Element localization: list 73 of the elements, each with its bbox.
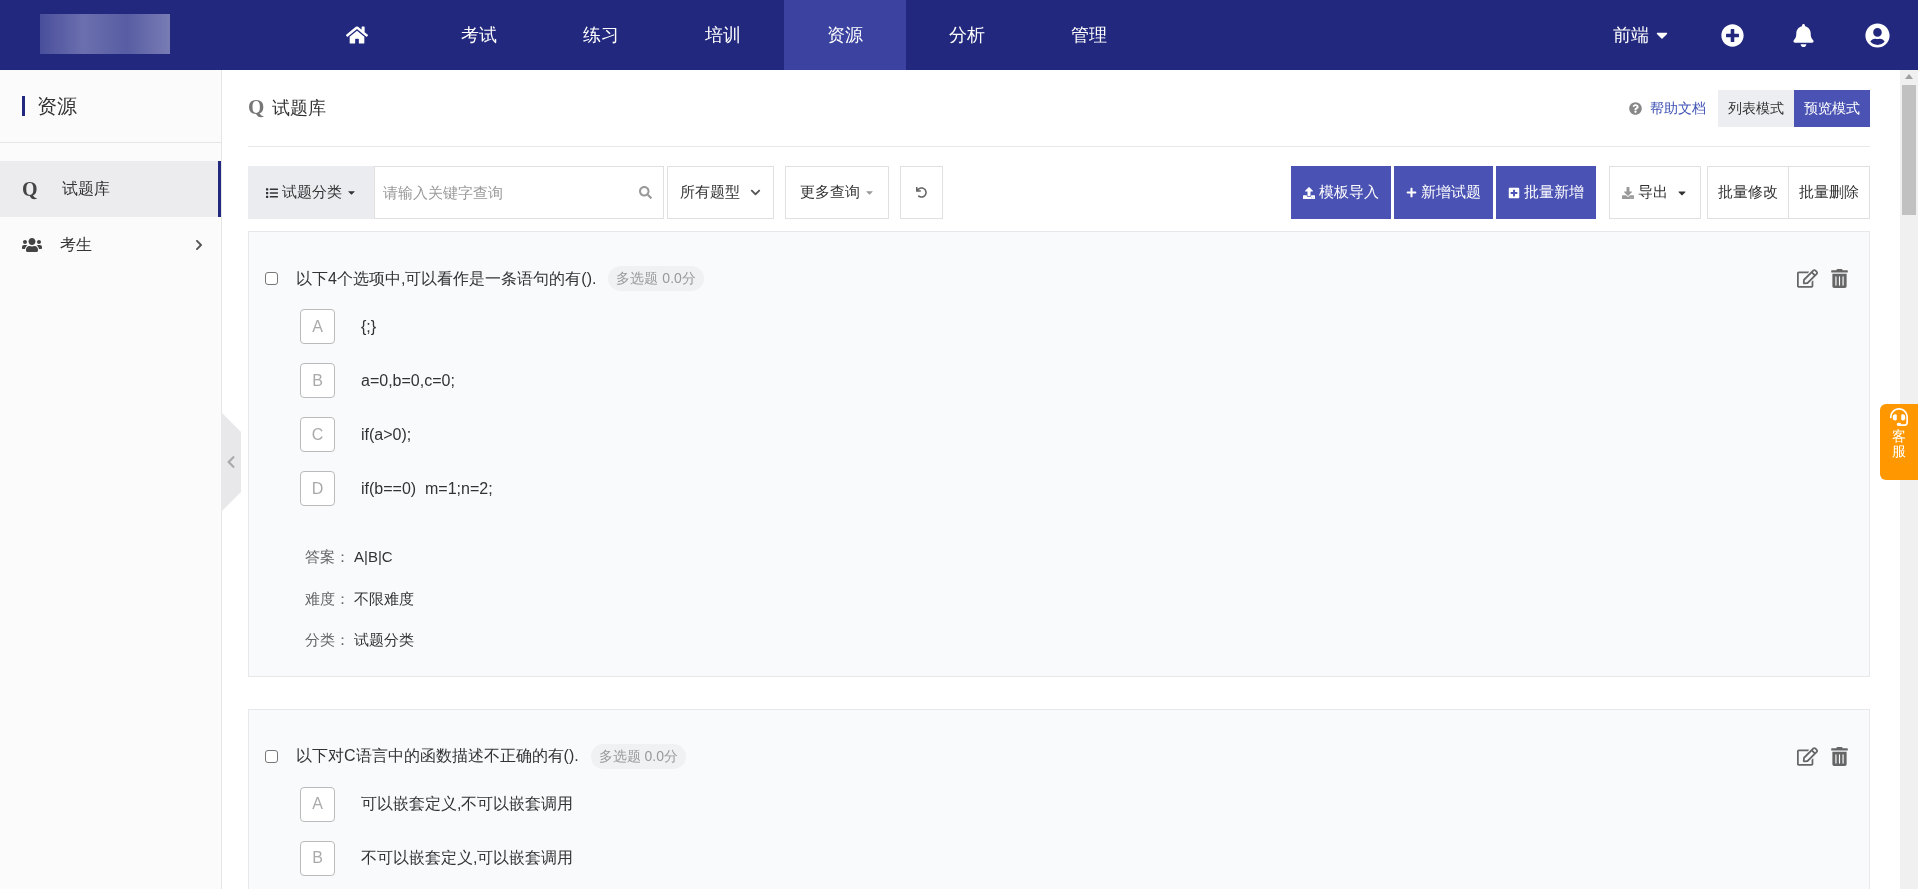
nav-tab[interactable]: 培训: [662, 0, 784, 70]
nav-tab[interactable]: 资源: [784, 0, 906, 70]
reset-button[interactable]: [900, 166, 943, 219]
option-letter: A: [300, 309, 335, 344]
sidebar-item-label: 考生: [60, 235, 92, 255]
option-text: if(a>0);: [361, 424, 412, 445]
users-icon: [22, 235, 42, 255]
question-checkbox[interactable]: [265, 749, 278, 763]
sidebar-item-label: 试题库: [62, 179, 110, 199]
nav-tab[interactable]: 分析: [906, 0, 1028, 70]
option-letter: C: [300, 417, 335, 452]
view-mode-tab[interactable]: 列表模式: [1718, 89, 1794, 127]
list-icon: [265, 186, 278, 199]
help-link[interactable]: 帮助文档: [1650, 97, 1706, 119]
search-field[interactable]: 请输入关键字查询: [374, 166, 664, 219]
download-icon: [1622, 186, 1634, 199]
user-avatar-icon[interactable]: [1865, 22, 1890, 48]
view-mode-tab[interactable]: 预览模式: [1794, 89, 1870, 127]
option-text: 不可以嵌套定义,可以嵌套调用: [361, 848, 574, 868]
upload-icon: [1303, 186, 1315, 199]
export-dropdown[interactable]: 导出: [1609, 166, 1701, 219]
customer-service-label: 客服: [1892, 429, 1906, 460]
scrollbar-thumb[interactable]: [1902, 85, 1916, 215]
edit-icon[interactable]: [1797, 268, 1818, 289]
option-letter: A: [300, 786, 335, 822]
question-checkbox[interactable]: [265, 272, 278, 285]
primary-button[interactable]: 新增试题: [1394, 166, 1493, 219]
home-icon: [346, 24, 368, 46]
option-text: 可以嵌套定义,不可以嵌套调用: [361, 794, 574, 814]
q-icon: Q: [248, 92, 265, 124]
reset-icon: [916, 187, 927, 198]
q-icon: Q: [22, 174, 44, 204]
meta-value: 不限难度: [354, 588, 414, 609]
chevron-down-icon: [750, 187, 761, 198]
search-icon: [639, 186, 652, 199]
plus-icon: [1406, 187, 1417, 198]
page-title: 试题库: [272, 96, 327, 120]
option-letter: D: [300, 471, 335, 506]
question-text: 以下4个选项中,可以看作是一条语句的有().: [296, 268, 597, 289]
option-letter: B: [300, 363, 335, 398]
meta-value: A|B|C: [354, 547, 393, 567]
meta-label: 分类：: [305, 630, 350, 650]
more-query-dropdown[interactable]: 更多查询: [785, 166, 889, 219]
notification-icon[interactable]: [1792, 23, 1815, 47]
option-letter: B: [300, 840, 335, 876]
meta-label: 难度：: [305, 588, 350, 609]
headset-icon: [1890, 408, 1908, 426]
sidebar-item[interactable]: Q 试题库: [0, 161, 221, 217]
sidebar-item[interactable]: 考生: [0, 217, 221, 273]
sidebar-title: 资源: [37, 94, 77, 119]
option-text: if(b==0) m=1;n=2;: [361, 478, 493, 499]
option-text: a=0,b=0,c=0;: [361, 370, 455, 391]
batch-button[interactable]: 批量修改: [1707, 166, 1789, 219]
primary-button[interactable]: 模板导入: [1291, 166, 1391, 219]
edit-icon[interactable]: [1797, 745, 1818, 767]
nav-tab[interactable]: 考试: [418, 0, 540, 70]
workspace-dropdown[interactable]: 前端: [1613, 21, 1671, 49]
question-type-tag: 多选题 0.0分: [590, 743, 686, 769]
delete-icon[interactable]: [1830, 746, 1849, 766]
primary-button[interactable]: 批量新增: [1496, 166, 1596, 219]
question-type-tag: 多选题 0.0分: [608, 266, 704, 291]
question-text: 以下对C语言中的函数描述不正确的有().: [296, 746, 579, 766]
category-dropdown[interactable]: 试题分类: [248, 166, 374, 219]
batch-button[interactable]: 批量删除: [1788, 166, 1870, 219]
option-text: {;}: [361, 316, 377, 337]
delete-icon[interactable]: [1830, 269, 1849, 288]
question-type-select[interactable]: 所有题型: [667, 166, 774, 219]
meta-value: 试题分类: [354, 630, 414, 650]
meta-label: 答案：: [305, 547, 350, 567]
add-icon[interactable]: [1721, 23, 1744, 47]
help-icon: [1629, 101, 1642, 115]
nav-tab[interactable]: 练习: [540, 0, 662, 70]
nav-tab[interactable]: 管理: [1028, 0, 1150, 70]
